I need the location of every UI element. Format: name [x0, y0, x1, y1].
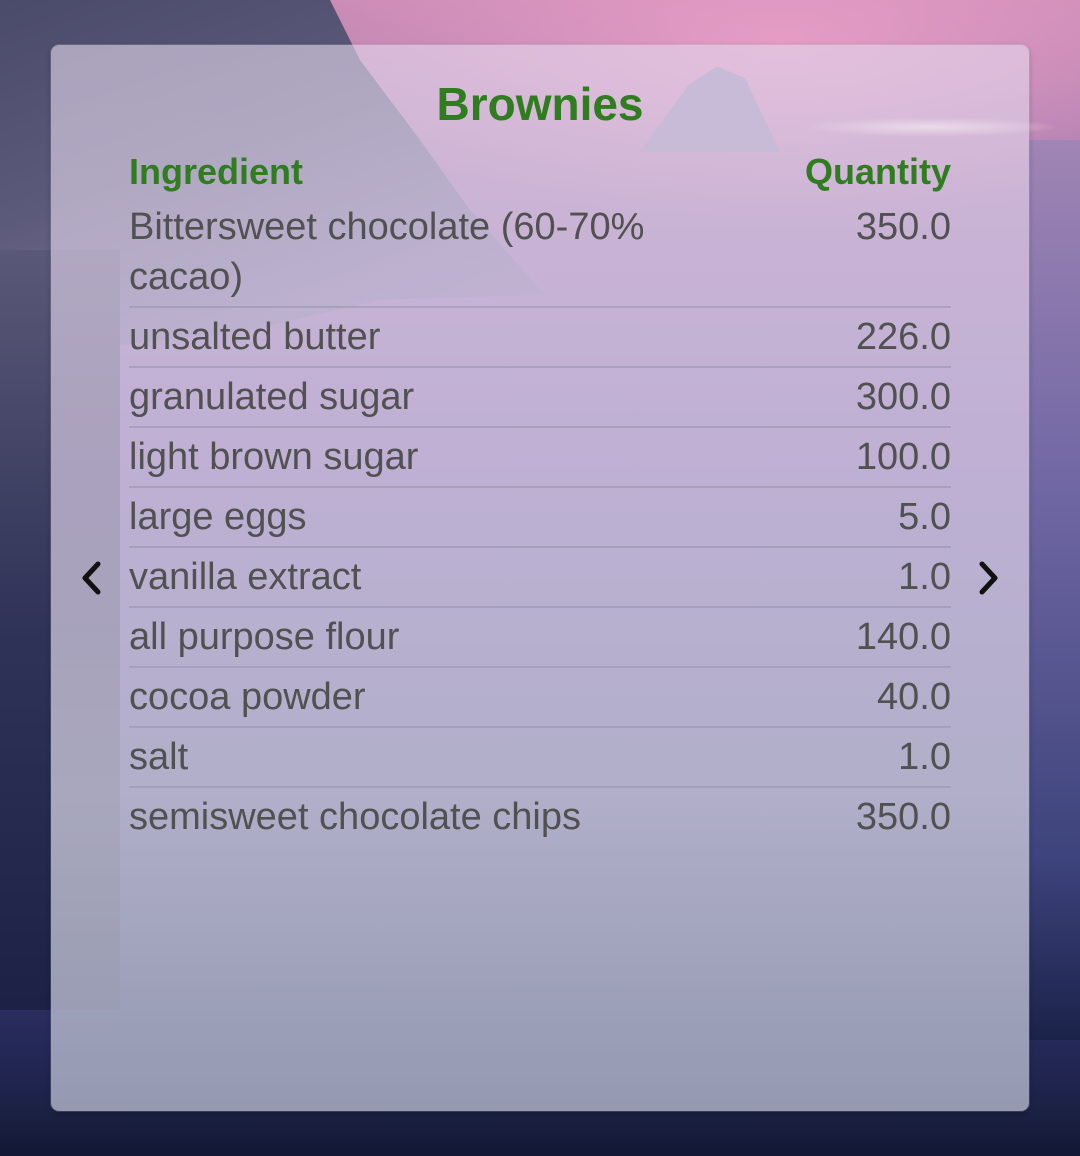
quantity-cell: 40.0	[877, 676, 951, 718]
table-body: Bittersweet chocolate (60-70% cacao) 350.…	[129, 198, 951, 848]
chevron-left-icon	[82, 561, 101, 595]
table-header: Ingredient Quantity	[129, 146, 951, 198]
table-row: light brown sugar 100.0	[129, 428, 951, 488]
quantity-cell: 350.0	[855, 206, 951, 248]
table-row: Bittersweet chocolate (60-70% cacao) 350.…	[129, 198, 951, 308]
quantity-cell: 226.0	[855, 316, 951, 358]
ingredient-cell: all purpose flour	[129, 616, 400, 658]
quantity-cell: 300.0	[855, 376, 951, 418]
ingredient-cell: cocoa powder	[129, 676, 366, 718]
ingredient-cell: large eggs	[129, 496, 307, 538]
ingredient-cell: Bittersweet chocolate (60-70% cacao)	[129, 206, 645, 298]
next-recipe-button[interactable]	[966, 554, 1010, 602]
previous-recipe-button[interactable]	[70, 554, 114, 602]
chevron-right-icon	[979, 561, 998, 595]
table-row: large eggs 5.0	[129, 488, 951, 548]
ingredients-table: Ingredient Quantity Bittersweet chocolat…	[129, 146, 951, 848]
quantity-cell: 1.0	[898, 736, 951, 778]
ingredient-cell: vanilla extract	[129, 556, 362, 598]
table-row: all purpose flour 140.0	[129, 608, 951, 668]
ingredient-cell: light brown sugar	[129, 436, 419, 478]
ingredient-cell: semisweet chocolate chips	[129, 796, 581, 838]
ingredient-column-header: Ingredient	[129, 151, 304, 192]
ingredient-cell: granulated sugar	[129, 376, 415, 418]
quantity-cell: 100.0	[855, 436, 951, 478]
wallpaper-sea	[1028, 140, 1080, 1040]
quantity-cell: 350.0	[855, 796, 951, 838]
table-row: salt 1.0	[129, 728, 951, 788]
recipe-title: Brownies	[436, 78, 644, 130]
table-row: semisweet chocolate chips 350.0	[129, 788, 951, 848]
ingredient-cell: salt	[129, 736, 189, 778]
quantity-cell: 140.0	[855, 616, 951, 658]
table-row: unsalted butter 226.0	[129, 308, 951, 368]
home-screen: Brownies Ingredient Quantity Bittersweet…	[0, 0, 1080, 1156]
quantity-cell: 5.0	[898, 496, 951, 538]
table-row: granulated sugar 300.0	[129, 368, 951, 428]
quantity-cell: 1.0	[898, 556, 951, 598]
ingredient-cell: unsalted butter	[129, 316, 381, 358]
quantity-column-header: Quantity	[804, 151, 951, 192]
table-row: vanilla extract 1.0	[129, 548, 951, 608]
table-row: cocoa powder 40.0	[129, 668, 951, 728]
